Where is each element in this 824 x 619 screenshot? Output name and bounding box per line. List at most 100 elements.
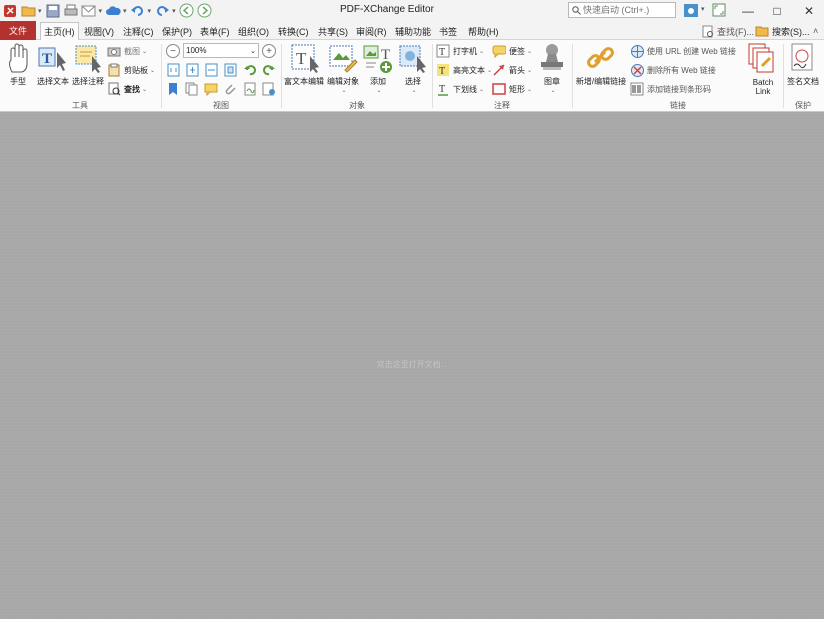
tab-convert[interactable]: 转换(C) [275,23,312,39]
edit-objects-dropdown-icon: ⌄ [341,88,347,94]
sign-document-button[interactable]: 签名文档 [786,42,820,87]
fit-width-icon[interactable] [203,62,219,78]
links-group-label: 链接 [670,101,686,110]
remove-web-links-button[interactable]: 删除所有 Web 链接 [630,62,716,78]
app-logo-icon[interactable] [2,3,18,19]
quick-launch-search[interactable] [568,2,676,18]
tab-review[interactable]: 审阅(R) [353,23,390,39]
rectangle-button[interactable]: 矩形 ⌄ [492,81,532,97]
zoom-dropdown-icon: ⌄ [250,47,256,55]
note-button[interactable]: 便签 ⌄ [492,43,532,59]
fit-visible-icon[interactable] [222,62,238,78]
signatures-pane-icon[interactable] [242,81,258,97]
cloud-dropdown-icon[interactable]: ▾ [123,7,127,15]
svg-text:T: T [439,47,445,58]
highlight-button[interactable]: T 高亮文本 ⌄ [436,62,492,78]
find-menu-button[interactable]: 查找(F)... [702,23,754,39]
typewriter-button[interactable]: T 打字机 ⌄ [436,43,484,59]
group-divider [281,44,282,108]
group-divider [783,44,784,108]
attachments-icon[interactable] [222,81,238,97]
find-menu-label: 查找(F)... [717,26,754,37]
barcode-icon [630,82,644,96]
snapshot-button[interactable]: 截图 ⌄ [107,43,147,59]
globe-remove-icon [630,63,644,77]
bookmark-icon[interactable] [165,81,181,97]
tab-organize[interactable]: 组织(O) [235,23,272,39]
clipboard-button[interactable]: 剪贴板 ⌄ [107,62,155,78]
fit-page-icon[interactable] [184,62,200,78]
cloud-icon[interactable] [105,3,121,19]
open-folder-icon[interactable] [20,3,36,19]
properties-icon[interactable] [261,81,277,97]
collapse-ribbon-icon[interactable]: ˄ [813,23,818,39]
file-tab[interactable]: 文件 [0,21,36,40]
pages-icon[interactable] [184,81,200,97]
back-icon[interactable] [179,3,195,19]
tab-view[interactable]: 视图(V) [81,23,117,39]
zoom-level-select[interactable]: 100% ⌄ [183,43,259,58]
group-divider [161,44,162,108]
hand-tool-button[interactable]: 手型 [6,42,30,87]
search-folder-icon [755,26,769,37]
new-edit-link-button[interactable]: 新增/编辑链接 [575,42,627,87]
edit-objects-button[interactable]: 编辑对象 ⌄ [326,42,360,94]
stamp-icon [541,44,563,70]
tab-comment[interactable]: 注释(C) [120,23,157,39]
add-dropdown-icon: ⌄ [376,88,382,94]
select-button[interactable]: 选择 ⌄ [397,42,429,94]
settings-dropdown-icon[interactable]: ▾ [701,5,705,13]
select-text-button[interactable]: T 选择文本 [36,42,70,87]
tab-share[interactable]: 共享(S) [315,23,351,39]
tab-help[interactable]: 帮助(H) [465,23,502,39]
rotate-left-icon[interactable] [242,62,258,78]
search-input[interactable] [583,5,673,15]
save-icon[interactable] [45,3,61,19]
undo-icon[interactable] [130,3,146,19]
edit-text-button[interactable]: T 富文本编辑 [284,42,324,87]
tab-home[interactable]: 主页(H) [40,22,79,40]
minimize-button[interactable]: — [733,0,763,21]
find-button[interactable]: 查找 ⌄ [107,81,147,97]
batch-link-button[interactable]: Batch Link [746,42,780,96]
print-icon[interactable] [63,3,79,19]
tab-forms[interactable]: 表单(F) [197,23,233,39]
rectangle-label: 矩形 [509,84,525,94]
maximize-button[interactable]: □ [762,0,792,21]
stamp-label: 图章 [544,77,560,86]
stamp-button[interactable]: 图章 ⌄ [536,42,568,94]
svg-text:T: T [42,51,52,67]
email-icon[interactable] [81,3,97,19]
search-menu-label: 搜索(S)... [772,26,810,37]
rotate-right-icon[interactable] [261,62,277,78]
email-dropdown-icon[interactable]: ▾ [99,7,103,15]
tab-accessibility[interactable]: 辅助功能 [392,23,434,39]
arrow-button[interactable]: 箭头 ⌄ [492,62,532,78]
fullscreen-icon[interactable] [711,2,727,18]
add-button[interactable]: T 添加 ⌄ [362,42,394,94]
arrow-label: 箭头 [509,65,525,75]
camera-icon [107,44,121,58]
close-button[interactable]: ✕ [794,0,824,21]
redo-dropdown-icon[interactable]: ▾ [172,7,176,15]
zoom-out-button[interactable]: − [166,44,180,58]
document-workspace[interactable]: 双击这里打开文档... [0,112,824,619]
actual-size-icon[interactable] [165,62,181,78]
open-dropdown-icon[interactable]: ▾ [38,7,42,15]
create-web-links-button[interactable]: 使用 URL 创建 Web 链接 [630,43,736,59]
zoom-in-button[interactable]: + [262,44,276,58]
tab-protect[interactable]: 保护(P) [159,23,195,39]
forward-icon[interactable] [197,3,213,19]
select-comment-button[interactable]: 选择注释 [71,42,105,87]
redo-icon[interactable] [154,3,170,19]
search-menu-button[interactable]: 搜索(S)... [755,23,810,39]
remove-web-links-label: 删除所有 Web 链接 [647,65,716,75]
tab-bookmarks[interactable]: 书签 [436,23,460,39]
undo-dropdown-icon[interactable]: ▾ [148,7,152,15]
link-to-barcode-button[interactable]: 添加链接到条形码 [630,81,711,97]
stamp-dropdown-icon: ⌄ [550,88,556,94]
settings-gear-icon[interactable] [683,2,699,18]
comments-pane-icon[interactable] [203,81,219,97]
underline-button[interactable]: T 下划线 ⌄ [436,81,484,97]
find-label: 查找 [124,84,140,94]
